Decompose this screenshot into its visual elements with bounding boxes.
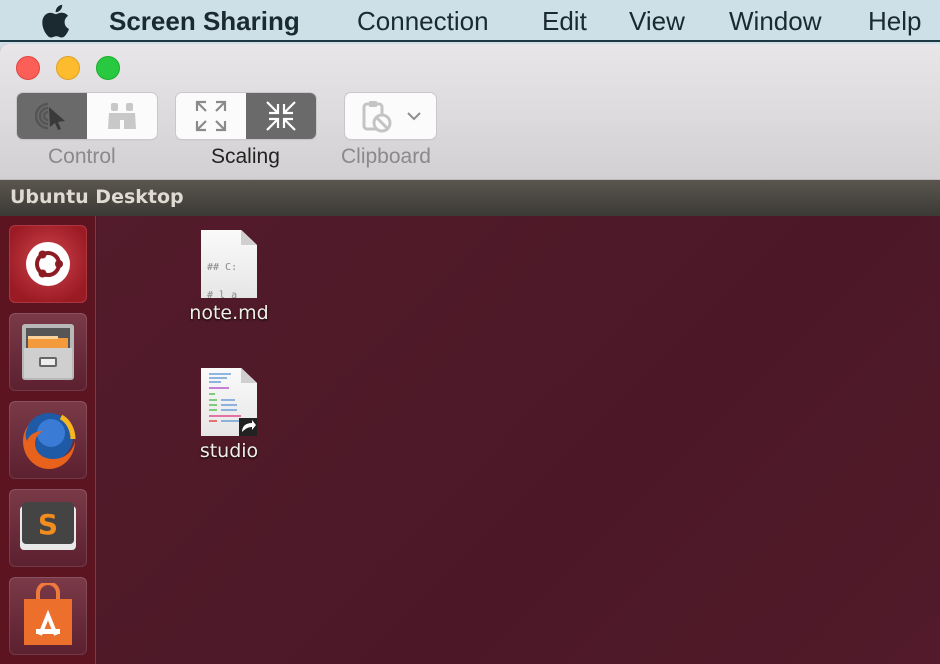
clipboard-dropdown[interactable]: [345, 93, 436, 139]
launcher-item-files[interactable]: [9, 313, 87, 391]
remote-desktop-title: Ubuntu Desktop: [10, 186, 184, 208]
scale-to-fit-on-button[interactable]: [246, 93, 316, 139]
control-cursor-icon: [35, 102, 65, 130]
menu-edit[interactable]: Edit: [542, 5, 587, 37]
remote-desktop-title-bar: Ubuntu Desktop: [0, 180, 940, 216]
ubuntu-launcher: S: [0, 216, 96, 664]
menu-app-name[interactable]: Screen Sharing: [109, 5, 300, 37]
menu-connection[interactable]: Connection: [357, 5, 489, 37]
menu-help[interactable]: Help: [868, 5, 921, 37]
toolbar: Control Scaling Clipboard: [0, 44, 940, 180]
launcher-item-firefox[interactable]: [9, 401, 87, 479]
observe-mode-button[interactable]: [87, 93, 157, 139]
shrink-arrows-icon: [266, 101, 296, 131]
minimize-button[interactable]: [56, 56, 80, 80]
file-cabinet-icon: [22, 324, 74, 380]
desktop-icon-label: studio: [199, 440, 259, 462]
apple-logo-icon[interactable]: [40, 4, 70, 38]
clipboard-disabled-icon: [362, 101, 392, 133]
scaling-label: Scaling: [211, 145, 280, 168]
close-button[interactable]: [16, 56, 40, 80]
desktop-icon-label: note.md: [189, 302, 269, 324]
control-label: Control: [48, 145, 116, 168]
mac-menu-bar: Screen Sharing Connection Edit View Wind…: [0, 0, 940, 42]
firefox-icon: [23, 413, 76, 469]
screen-sharing-window: Control Scaling Clipboard Ubuntu Desktop…: [0, 44, 940, 664]
desktop-icon-studio[interactable]: studio: [179, 368, 279, 462]
binoculars-observe-icon: [108, 103, 136, 129]
scaling-segmented: [176, 93, 316, 139]
launcher-item-sublime[interactable]: S: [9, 489, 87, 567]
launcher-item-dash[interactable]: [9, 225, 87, 303]
ubuntu-logo-icon: [26, 242, 70, 286]
script-file-shortcut-icon: [201, 368, 257, 436]
menu-window[interactable]: Window: [729, 5, 821, 37]
expand-arrows-icon: [195, 100, 227, 132]
shopping-bag-icon: [24, 583, 72, 645]
scale-to-fit-off-button[interactable]: [176, 93, 246, 139]
sublime-text-icon: S: [20, 502, 76, 550]
svg-text:S: S: [38, 508, 58, 541]
desktop-icon-note-md[interactable]: ## C: # l a note.md: [179, 230, 279, 324]
zoom-button[interactable]: [96, 56, 120, 80]
control-mode-segmented: [17, 93, 157, 139]
remote-desktop-area: ## C: # l a note.md studio: [97, 216, 940, 664]
chevron-down-icon: [407, 112, 421, 121]
clipboard-button[interactable]: [345, 93, 436, 139]
clipboard-label: Clipboard: [341, 145, 431, 168]
markdown-file-icon: ## C: # l a: [201, 230, 257, 298]
control-mode-button[interactable]: [17, 93, 87, 139]
menu-view[interactable]: View: [629, 5, 685, 37]
launcher-item-software[interactable]: [9, 577, 87, 655]
